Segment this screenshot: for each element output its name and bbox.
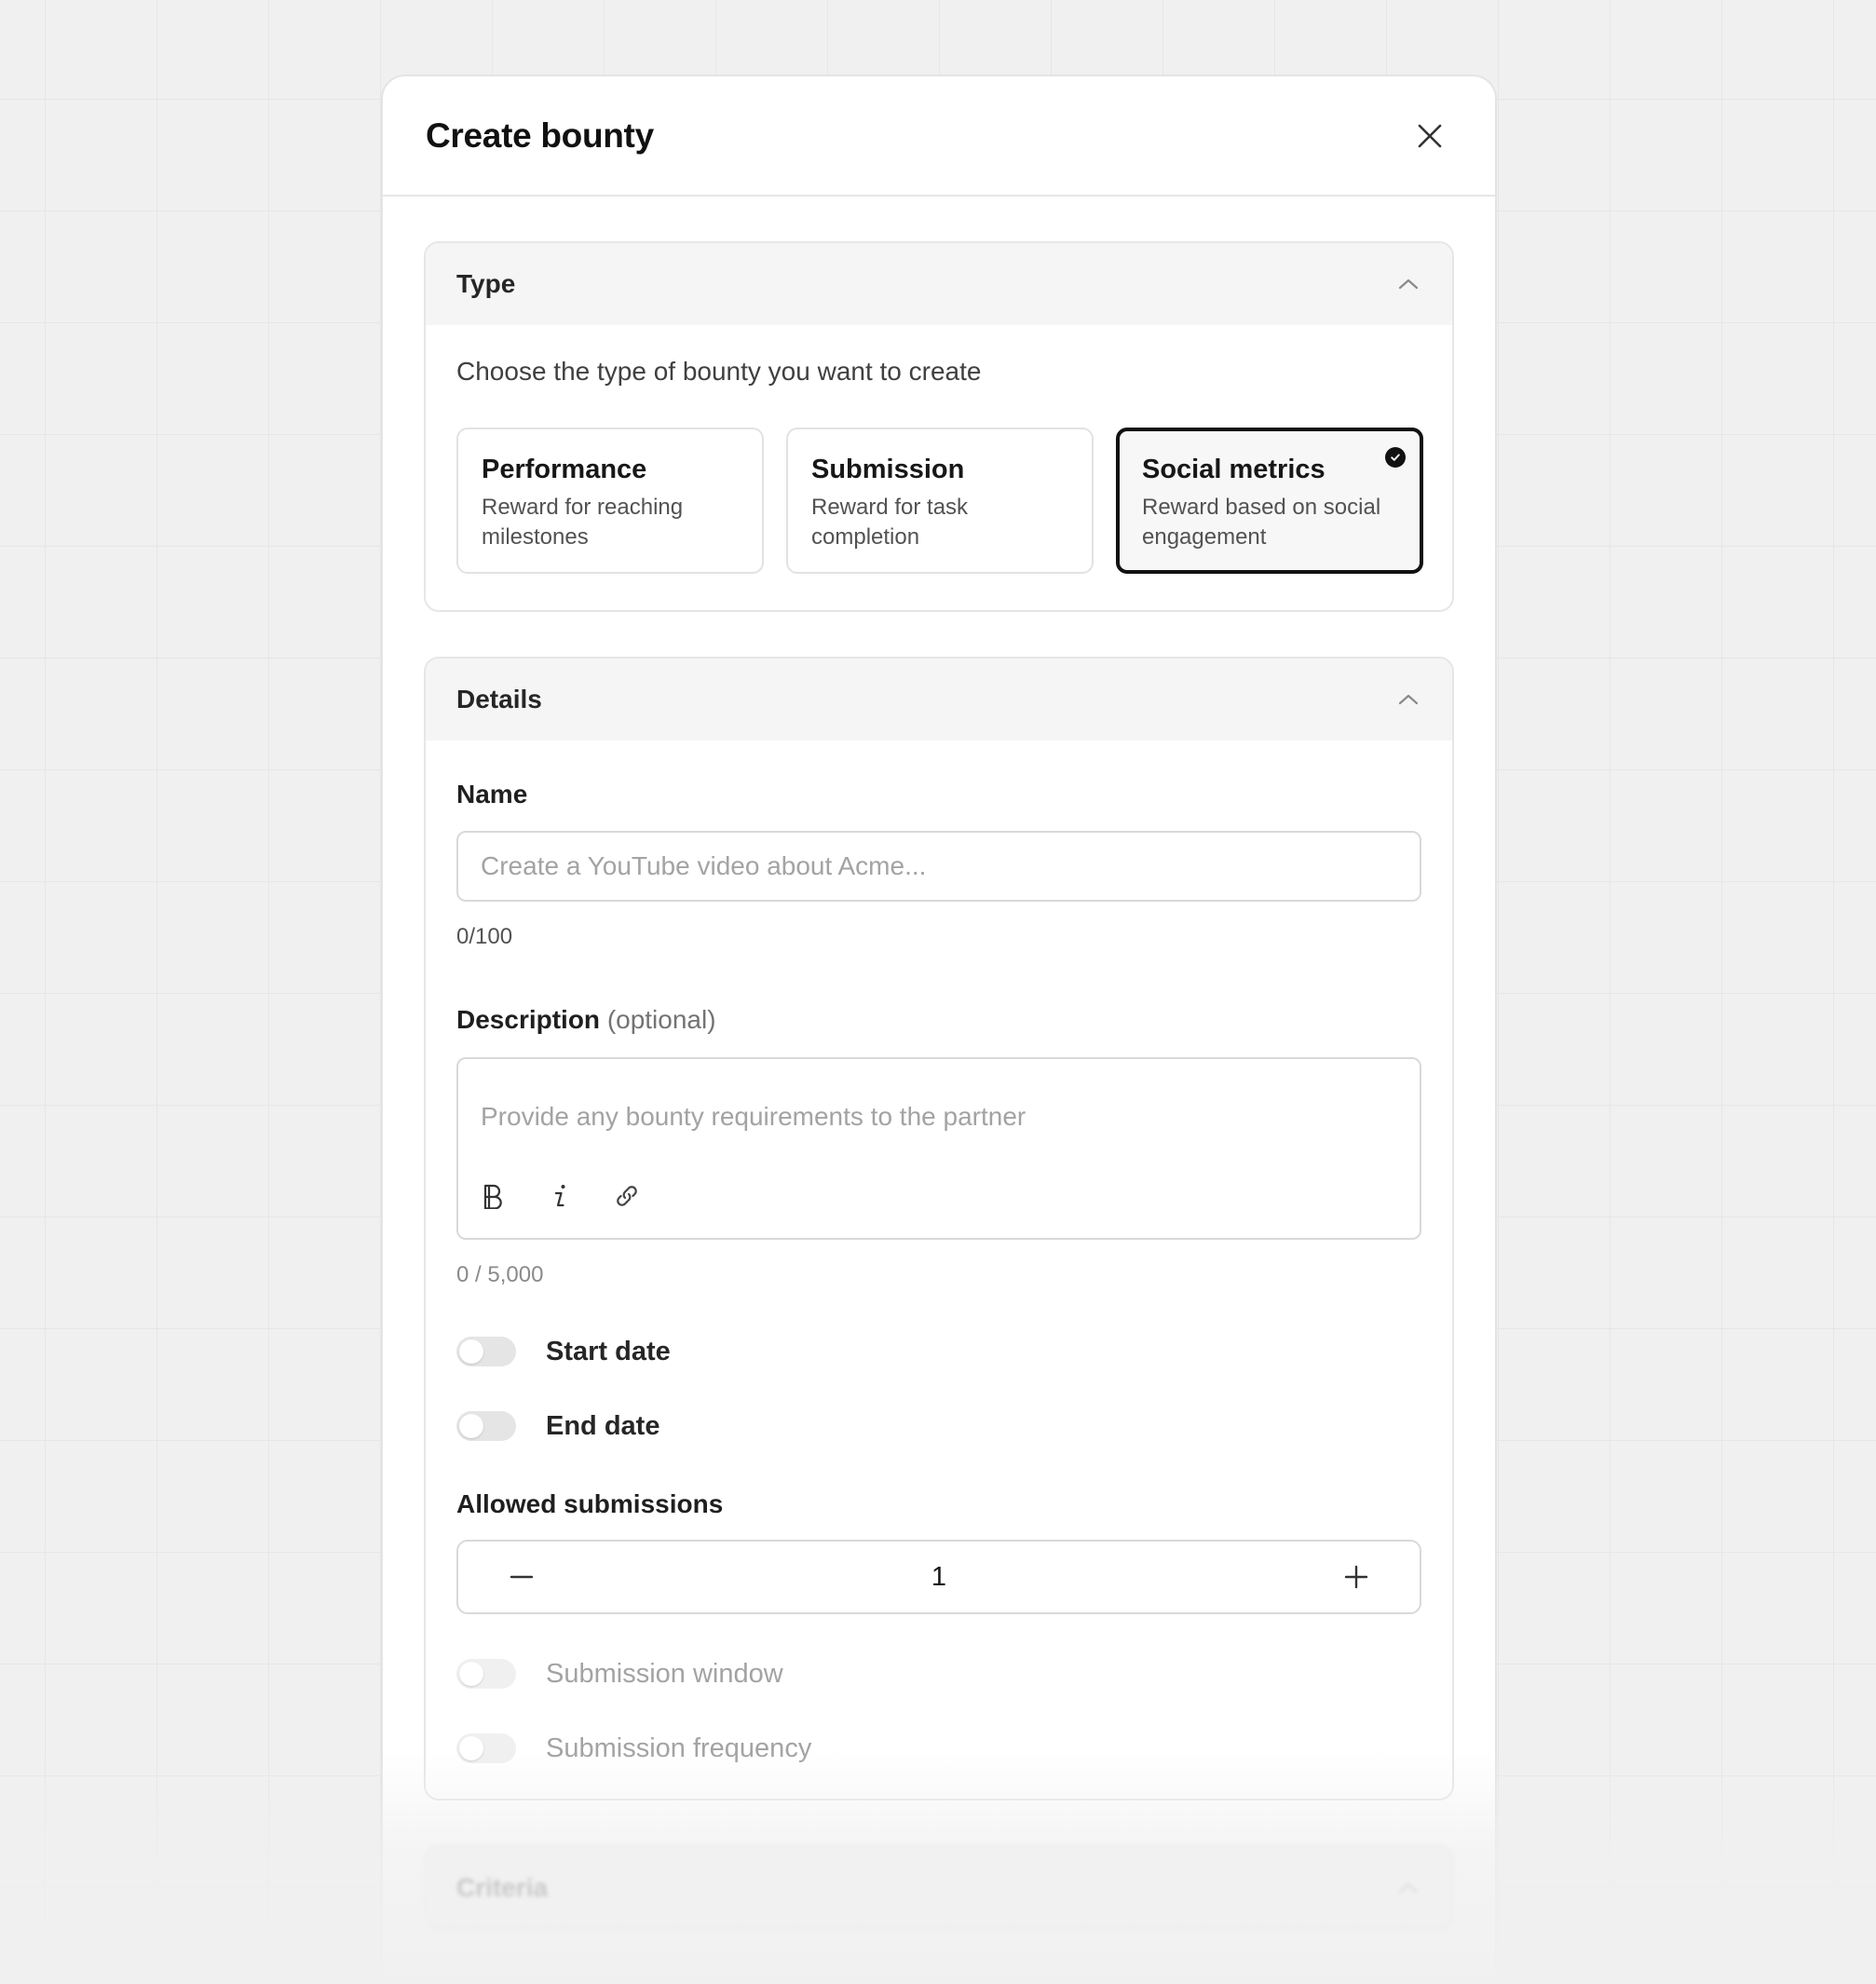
italic-icon (554, 1185, 565, 1207)
allowed-submissions-label: Allowed submissions (456, 1489, 724, 1518)
type-section-body: Choose the type of bounty you want to cr… (426, 325, 1452, 610)
start-date-toggle[interactable] (456, 1337, 516, 1366)
modal-title: Create bounty (426, 116, 654, 155)
type-option-submission[interactable]: Submission Reward for task completion (786, 428, 1094, 574)
chevron-up-icon (1396, 687, 1421, 712)
type-option-title: Performance (482, 455, 647, 484)
decrement-button[interactable] (496, 1551, 548, 1603)
bold-icon (483, 1184, 502, 1209)
criteria-section-title: Criteria (456, 1873, 549, 1902)
description-char-counter: 0 / 5,000 (456, 1262, 544, 1287)
create-bounty-modal: Create bounty Type Choose the type of bo… (381, 75, 1497, 1984)
end-date-row: End date (456, 1407, 1421, 1445)
type-option-description: Reward based on social engagement (1142, 495, 1381, 550)
optional-tag: (optional) (606, 1005, 716, 1034)
link-button[interactable] (613, 1182, 641, 1210)
submission-frequency-toggle[interactable] (456, 1733, 516, 1763)
end-date-toggle[interactable] (456, 1411, 516, 1441)
modal-body: Type Choose the type of bounty you want … (383, 197, 1495, 1931)
allowed-submissions-value[interactable]: 1 (931, 1562, 946, 1593)
allowed-submissions-stepper: 1 (456, 1540, 1421, 1614)
description-placeholder: Provide any bounty requirements to the p… (481, 1102, 1026, 1131)
editor-toolbar (479, 1182, 641, 1210)
type-options: Performance Reward for reaching mileston… (456, 428, 1423, 574)
type-option-title: Social metrics (1142, 455, 1325, 484)
close-button[interactable] (1406, 112, 1454, 160)
submission-window-row: Submission window (456, 1655, 1421, 1692)
details-section: Details Name 0/100 Description (optional… (424, 657, 1454, 1801)
minus-icon (510, 1575, 534, 1579)
description-label-text: Description (456, 1005, 601, 1034)
details-section-title: Details (456, 685, 542, 713)
type-section-header[interactable]: Type (426, 243, 1452, 325)
criteria-section: Criteria (424, 1845, 1454, 1931)
name-label: Name (456, 780, 528, 809)
italic-button[interactable] (546, 1182, 574, 1210)
plus-icon (1344, 1565, 1368, 1589)
end-date-label: End date (546, 1410, 660, 1441)
chevron-up-icon (1396, 1876, 1421, 1900)
description-editor[interactable]: Provide any bounty requirements to the p… (456, 1057, 1421, 1240)
modal-header: Create bounty (383, 76, 1495, 197)
bold-button[interactable] (479, 1182, 507, 1210)
close-icon (1418, 124, 1442, 147)
increment-button[interactable] (1330, 1551, 1382, 1603)
submission-window-toggle[interactable] (456, 1659, 516, 1689)
criteria-section-header[interactable]: Criteria (426, 1847, 1452, 1929)
submission-frequency-row: Submission frequency (456, 1730, 1421, 1767)
type-option-description: Reward for task completion (811, 495, 969, 550)
type-option-description: Reward for reaching milestones (482, 495, 684, 550)
type-section: Type Choose the type of bounty you want … (424, 241, 1454, 612)
submission-frequency-label: Submission frequency (546, 1733, 812, 1763)
type-option-title: Submission (811, 455, 965, 484)
type-option-performance[interactable]: Performance Reward for reaching mileston… (456, 428, 764, 574)
details-section-header[interactable]: Details (426, 659, 1452, 741)
type-section-title: Type (456, 269, 516, 298)
link-icon (617, 1186, 637, 1206)
name-char-counter: 0/100 (456, 924, 513, 949)
name-input[interactable] (456, 831, 1421, 902)
submission-window-label: Submission window (546, 1658, 783, 1689)
chevron-up-icon (1396, 272, 1421, 296)
type-option-social-metrics[interactable]: Social metrics Reward based on social en… (1116, 428, 1423, 574)
start-date-label: Start date (546, 1336, 671, 1366)
check-circle-icon (1385, 447, 1406, 468)
details-section-body: Name 0/100 Description (optional) Provid… (426, 741, 1452, 1767)
type-prompt: Choose the type of bounty you want to cr… (456, 357, 982, 386)
start-date-row: Start date (456, 1333, 1421, 1370)
description-label: Description (optional) (456, 1005, 1421, 1035)
